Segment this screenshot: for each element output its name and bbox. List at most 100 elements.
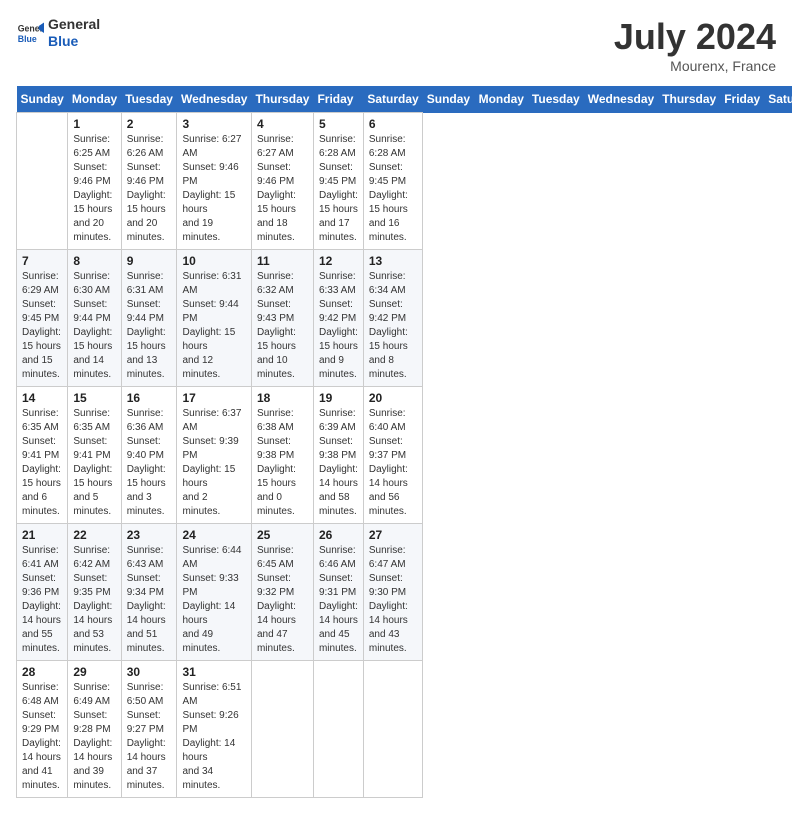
calendar-table: SundayMondayTuesdayWednesdayThursdayFrid… xyxy=(16,86,792,798)
calendar-cell: 25Sunrise: 6:45 AM Sunset: 9:32 PM Dayli… xyxy=(251,524,313,661)
calendar-cell: 8Sunrise: 6:30 AM Sunset: 9:44 PM Daylig… xyxy=(68,250,121,387)
day-info: Sunrise: 6:26 AM Sunset: 9:46 PM Dayligh… xyxy=(127,133,172,245)
day-number: 20 xyxy=(369,391,417,405)
calendar-week-row: 28 Sunrise: 6:48 AM Sunset: 9:29 PM Dayli… xyxy=(17,661,792,798)
calendar-cell: 14 Sunrise: 6:35 AM Sunset: 9:41 PM Dayli… xyxy=(17,387,68,524)
calendar-cell: 1 Sunrise: 6:25 AM Sunset: 9:46 PM Daylig… xyxy=(68,113,121,250)
month-title: July 2024 xyxy=(614,16,776,58)
day-info: Sunrise: 6:51 AM Sunset: 9:26 PM Dayligh… xyxy=(182,681,245,793)
header-saturday: Saturday xyxy=(764,86,792,113)
calendar-cell: 10 Sunrise: 6:31 AM Sunset: 9:44 PM Dayli… xyxy=(177,250,251,387)
calendar-cell: 12 Sunrise: 6:33 AM Sunset: 9:42 PM Dayli… xyxy=(313,250,363,387)
day-number: 9 xyxy=(127,254,172,268)
day-info: Sunrise: 6:35 AM Sunset: 9:41 PM Dayligh… xyxy=(73,407,115,519)
calendar-cell: 16Sunrise: 6:36 AM Sunset: 9:40 PM Dayli… xyxy=(121,387,177,524)
day-info: Sunrise: 6:35 AM Sunset: 9:41 PM Dayligh… xyxy=(22,407,62,519)
day-info: Sunrise: 6:29 AM Sunset: 9:45 PM Dayligh… xyxy=(22,270,62,382)
logo-blue: Blue xyxy=(48,33,100,50)
day-number: 24 xyxy=(182,528,245,542)
page-header: General Blue General Blue July 2024 Mour… xyxy=(16,16,776,74)
day-number: 18 xyxy=(257,391,308,405)
header-sunday: Sunday xyxy=(423,86,475,113)
calendar-week-row: 14 Sunrise: 6:35 AM Sunset: 9:41 PM Dayli… xyxy=(17,387,792,524)
day-number: 16 xyxy=(127,391,172,405)
day-info: Sunrise: 6:39 AM Sunset: 9:38 PM Dayligh… xyxy=(319,407,358,519)
day-info: Sunrise: 6:28 AM Sunset: 9:45 PM Dayligh… xyxy=(369,133,417,245)
day-info: Sunrise: 6:34 AM Sunset: 9:42 PM Dayligh… xyxy=(369,270,417,382)
day-number: 2 xyxy=(127,117,172,131)
calendar-cell: 17 Sunrise: 6:37 AM Sunset: 9:39 PM Dayli… xyxy=(177,387,251,524)
calendar-cell: 31 Sunrise: 6:51 AM Sunset: 9:26 PM Dayli… xyxy=(177,661,251,798)
header-thursday: Thursday xyxy=(251,86,313,113)
calendar-week-row: 7 Sunrise: 6:29 AM Sunset: 9:45 PM Daylig… xyxy=(17,250,792,387)
day-info: Sunrise: 6:46 AM Sunset: 9:31 PM Dayligh… xyxy=(319,544,358,656)
calendar-cell: 27Sunrise: 6:47 AM Sunset: 9:30 PM Dayli… xyxy=(363,524,422,661)
title-block: July 2024 Mourenx, France xyxy=(614,16,776,74)
day-info: Sunrise: 6:27 AM Sunset: 9:46 PM Dayligh… xyxy=(257,133,308,245)
day-number: 11 xyxy=(257,254,308,268)
header-saturday: Saturday xyxy=(363,86,422,113)
calendar-cell: 29 Sunrise: 6:49 AM Sunset: 9:28 PM Dayli… xyxy=(68,661,121,798)
day-info: Sunrise: 6:25 AM Sunset: 9:46 PM Dayligh… xyxy=(73,133,115,245)
day-info: Sunrise: 6:50 AM Sunset: 9:27 PM Dayligh… xyxy=(127,681,172,793)
header-friday: Friday xyxy=(313,86,363,113)
day-info: Sunrise: 6:45 AM Sunset: 9:32 PM Dayligh… xyxy=(257,544,308,656)
day-info: Sunrise: 6:41 AM Sunset: 9:36 PM Dayligh… xyxy=(22,544,62,656)
svg-text:Blue: Blue xyxy=(18,34,37,44)
day-number: 8 xyxy=(73,254,115,268)
day-number: 31 xyxy=(182,665,245,679)
calendar-cell: 2 Sunrise: 6:26 AM Sunset: 9:46 PM Daylig… xyxy=(121,113,177,250)
calendar-cell: 5Sunrise: 6:28 AM Sunset: 9:45 PM Daylig… xyxy=(313,113,363,250)
day-number: 28 xyxy=(22,665,62,679)
calendar-cell: 3Sunrise: 6:27 AM Sunset: 9:46 PM Daylig… xyxy=(177,113,251,250)
header-monday: Monday xyxy=(475,86,528,113)
calendar-cell: 15Sunrise: 6:35 AM Sunset: 9:41 PM Dayli… xyxy=(68,387,121,524)
logo-icon: General Blue xyxy=(16,19,44,47)
day-info: Sunrise: 6:48 AM Sunset: 9:29 PM Dayligh… xyxy=(22,681,62,793)
day-info: Sunrise: 6:49 AM Sunset: 9:28 PM Dayligh… xyxy=(73,681,115,793)
header-thursday: Thursday xyxy=(658,86,720,113)
header-wednesday: Wednesday xyxy=(584,86,658,113)
calendar-cell: 21 Sunrise: 6:41 AM Sunset: 9:36 PM Dayli… xyxy=(17,524,68,661)
calendar-cell: 13 Sunrise: 6:34 AM Sunset: 9:42 PM Dayli… xyxy=(363,250,422,387)
calendar-cell: 18Sunrise: 6:38 AM Sunset: 9:38 PM Dayli… xyxy=(251,387,313,524)
header-sunday: Sunday xyxy=(17,86,68,113)
day-number: 4 xyxy=(257,117,308,131)
day-info: Sunrise: 6:33 AM Sunset: 9:42 PM Dayligh… xyxy=(319,270,358,382)
calendar-header-row: SundayMondayTuesdayWednesdayThursdayFrid… xyxy=(17,86,792,113)
day-number: 30 xyxy=(127,665,172,679)
day-info: Sunrise: 6:40 AM Sunset: 9:37 PM Dayligh… xyxy=(369,407,417,519)
day-number: 21 xyxy=(22,528,62,542)
day-number: 14 xyxy=(22,391,62,405)
calendar-cell xyxy=(17,113,68,250)
day-number: 13 xyxy=(369,254,417,268)
header-tuesday: Tuesday xyxy=(528,86,584,113)
day-number: 10 xyxy=(182,254,245,268)
day-number: 7 xyxy=(22,254,62,268)
calendar-cell xyxy=(363,661,422,798)
calendar-cell xyxy=(313,661,363,798)
day-info: Sunrise: 6:42 AM Sunset: 9:35 PM Dayligh… xyxy=(73,544,115,656)
day-info: Sunrise: 6:28 AM Sunset: 9:45 PM Dayligh… xyxy=(319,133,358,245)
calendar-cell: 22Sunrise: 6:42 AM Sunset: 9:35 PM Dayli… xyxy=(68,524,121,661)
day-number: 29 xyxy=(73,665,115,679)
day-number: 27 xyxy=(369,528,417,542)
calendar-cell: 23Sunrise: 6:43 AM Sunset: 9:34 PM Dayli… xyxy=(121,524,177,661)
calendar-cell: 28 Sunrise: 6:48 AM Sunset: 9:29 PM Dayli… xyxy=(17,661,68,798)
header-monday: Monday xyxy=(68,86,121,113)
logo-text: General Blue xyxy=(48,16,100,50)
day-info: Sunrise: 6:37 AM Sunset: 9:39 PM Dayligh… xyxy=(182,407,245,519)
header-friday: Friday xyxy=(720,86,764,113)
calendar-cell: 20 Sunrise: 6:40 AM Sunset: 9:37 PM Dayli… xyxy=(363,387,422,524)
day-number: 6 xyxy=(369,117,417,131)
day-number: 17 xyxy=(182,391,245,405)
day-number: 23 xyxy=(127,528,172,542)
day-number: 12 xyxy=(319,254,358,268)
day-info: Sunrise: 6:44 AM Sunset: 9:33 PM Dayligh… xyxy=(182,544,245,656)
day-info: Sunrise: 6:31 AM Sunset: 9:44 PM Dayligh… xyxy=(127,270,172,382)
day-info: Sunrise: 6:27 AM Sunset: 9:46 PM Dayligh… xyxy=(182,133,245,245)
day-number: 1 xyxy=(73,117,115,131)
logo: General Blue General Blue xyxy=(16,16,100,50)
day-info: Sunrise: 6:31 AM Sunset: 9:44 PM Dayligh… xyxy=(182,270,245,382)
header-wednesday: Wednesday xyxy=(177,86,251,113)
